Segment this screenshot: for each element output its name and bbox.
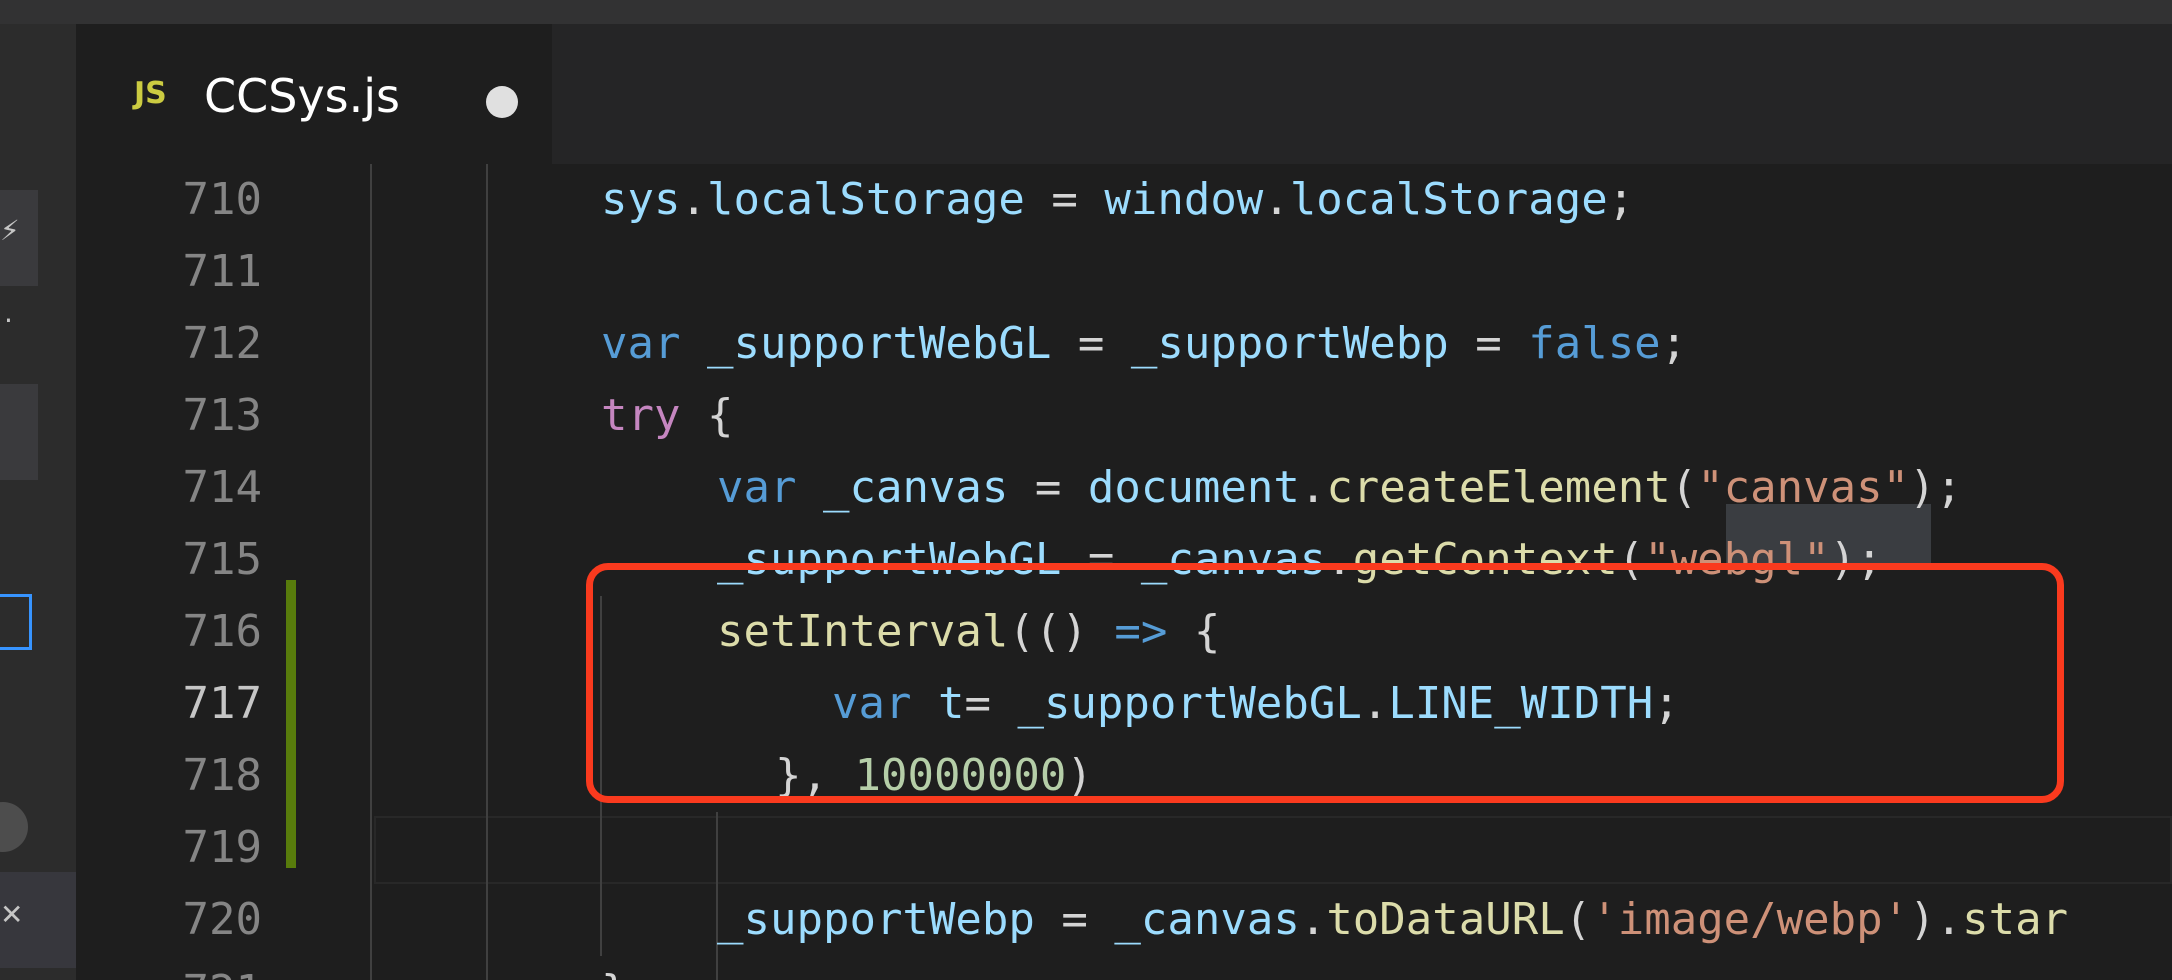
token: toDataURL (1326, 894, 1565, 945)
token: try (601, 390, 681, 441)
token: { (680, 390, 734, 441)
activity-bar: ⚡ · ✕ (0, 24, 76, 980)
token: _canvas (1114, 894, 1300, 945)
activity-item-debug[interactable] (0, 572, 38, 672)
tab-ccsys-js[interactable]: JS CCSys.js (76, 24, 552, 164)
token: ); (1909, 462, 1963, 513)
token: = (1448, 318, 1529, 369)
token: = (1008, 462, 1088, 513)
line-number: 720 (182, 894, 262, 945)
token: false (1528, 318, 1661, 369)
token: localStorage (706, 174, 1025, 225)
token: ( (1564, 894, 1592, 945)
token: ; (1660, 318, 1688, 369)
remote-icon (0, 802, 28, 852)
unsaved-dot-icon[interactable] (486, 86, 518, 118)
token: star (1962, 894, 2069, 945)
token: "canvas" (1697, 462, 1910, 513)
activity-item-remote[interactable] (0, 796, 38, 856)
code-line-712: 712 var _supportWebGL = _supportWebp = f… (76, 308, 2172, 380)
window-title-bar (0, 0, 2172, 24)
token: ; (1607, 174, 1635, 225)
activity-item-explorer[interactable]: ⚡ (0, 190, 38, 286)
javascript-file-icon: JS (134, 76, 167, 111)
explorer-icon: ⚡ (0, 214, 20, 247)
code-text: } (601, 956, 628, 980)
code-line-711: 711 (76, 236, 2172, 308)
line-number: 716 (182, 606, 262, 657)
line-number: 718 (182, 750, 262, 801)
code-text: sys.localStorage = window.localStorage; (601, 164, 1634, 236)
token: sys (601, 174, 681, 225)
token: . (1299, 462, 1327, 513)
code-text: var _canvas = document.createElement("ca… (717, 452, 1962, 524)
tab-label: CCSys.js (204, 69, 400, 123)
token: _supportWebp (1130, 318, 1449, 369)
token: _canvas (796, 462, 1009, 513)
code-editor[interactable]: 710 sys.localStorage = window.localStora… (76, 164, 2172, 980)
tab-bar: JS CCSys.js (76, 24, 2172, 164)
line-number: 712 (182, 318, 262, 369)
code-line-714: 714 var _canvas = document.createElement… (76, 452, 2172, 524)
code-line-720: 720 _supportWebp = _canvas.toDataURL('im… (76, 884, 2172, 956)
token: . (1299, 894, 1327, 945)
token: 'image/webp' (1591, 894, 1910, 945)
token: document (1087, 462, 1300, 513)
debug-icon (0, 594, 32, 650)
token: } (601, 966, 628, 980)
token: _supportWebGL (680, 318, 1052, 369)
token: var (601, 318, 681, 369)
code-line-710: 710 sys.localStorage = window.localStora… (76, 164, 2172, 236)
activity-item-search[interactable] (0, 384, 38, 480)
token: window (1104, 174, 1264, 225)
line-number: 715 (182, 534, 262, 585)
token: = (1024, 174, 1105, 225)
token: createElement (1326, 462, 1671, 513)
annotation-highlight-box (586, 563, 2064, 803)
token: localStorage (1289, 174, 1608, 225)
code-line-719: 719 (76, 812, 2172, 884)
line-number: 719 (182, 822, 262, 873)
token: = (1051, 318, 1131, 369)
token: var (717, 462, 797, 513)
token: . (1263, 174, 1290, 225)
code-text: _supportWebp = _canvas.toDataURL('image/… (717, 884, 2068, 956)
code-text: try { (601, 380, 733, 452)
code-text: var _supportWebGL = _supportWebp = false… (601, 308, 1687, 380)
line-number: 714 (182, 462, 262, 513)
token: _supportWebp (717, 894, 1035, 945)
extensions-icon: ✕ (0, 898, 24, 931)
activity-item-extensions[interactable]: ✕ (0, 872, 76, 968)
line-number: 717 (182, 678, 262, 729)
line-number: 710 (182, 174, 262, 225)
line-number: 711 (182, 246, 262, 297)
code-line-713: 713 try { (76, 380, 2172, 452)
token: ). (1909, 894, 1963, 945)
token: ( (1670, 462, 1698, 513)
dot-icon: · (4, 304, 13, 337)
activity-dot: · (0, 304, 38, 344)
token: = (1034, 894, 1115, 945)
line-number: 721 (76, 956, 262, 980)
code-line-721: 721 } (76, 956, 2172, 980)
line-number: 713 (182, 390, 262, 441)
token: . (680, 174, 707, 225)
